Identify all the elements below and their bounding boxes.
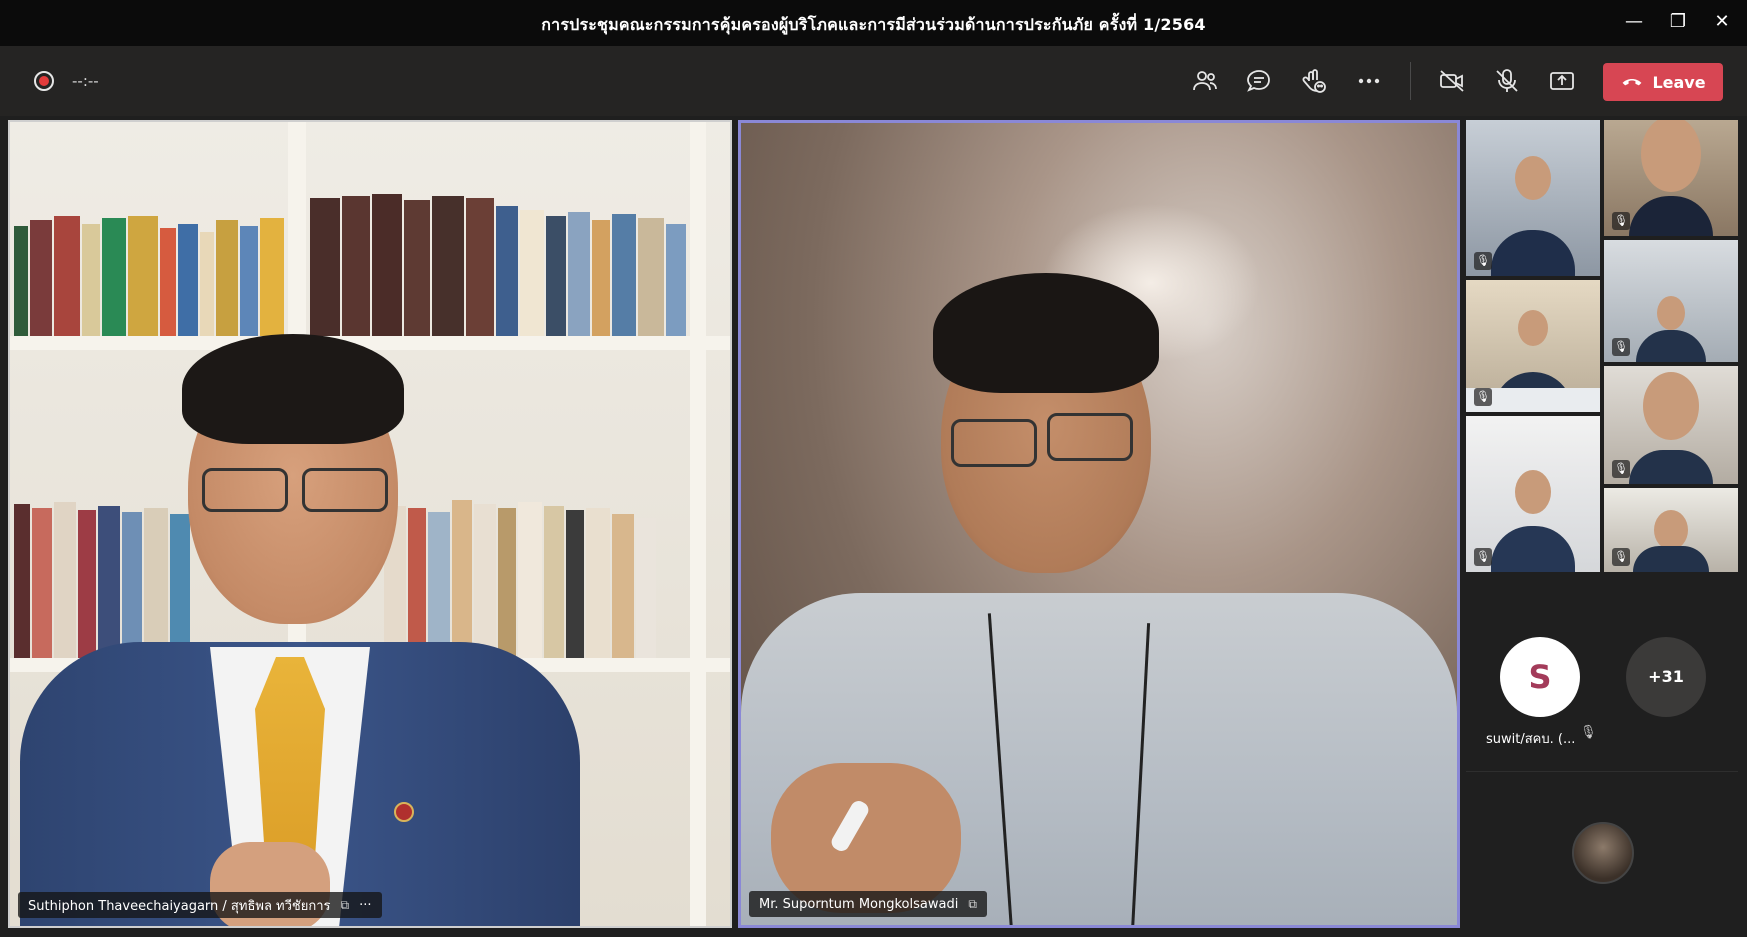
meeting-toolbar: --:-- Leave xyxy=(0,46,1747,116)
name-tag-right: Mr. Suporntum Mongkolsawadi ⧉ xyxy=(749,891,987,917)
thumbnail-tile[interactable]: 🎙 xyxy=(1466,120,1600,276)
participant-name: Mr. Suporntum Mongkolsawadi xyxy=(759,896,959,912)
thumbnail-tile[interactable]: 🎙 xyxy=(1604,488,1738,572)
thumbnail-tile[interactable]: 🎙 xyxy=(1604,366,1738,484)
thumbnail-tile[interactable]: 🎙 xyxy=(1466,416,1600,572)
muted-mic-icon: 🎙 xyxy=(1580,725,1597,740)
panel-divider xyxy=(1466,771,1738,772)
more-actions-icon[interactable] xyxy=(1352,64,1386,98)
meeting-title: การประชุมคณะกรรมการคุ้มครองผู้บริโภคและก… xyxy=(541,15,1206,34)
restore-button[interactable]: ❐ xyxy=(1658,8,1698,36)
chat-icon[interactable] xyxy=(1242,64,1276,98)
mic-off-icon[interactable] xyxy=(1490,64,1524,98)
main-video-left[interactable]: Suthiphon Thaveechaiyagarn / สุทธิพล ทวี… xyxy=(8,120,732,928)
phone-hangup-icon xyxy=(1623,79,1642,86)
leave-label: Leave xyxy=(1652,72,1706,92)
video-stage: Suthiphon Thaveechaiyagarn / สุทธิพล ทวี… xyxy=(0,116,1747,937)
reactions-icon[interactable] xyxy=(1297,64,1331,98)
more-participants-button[interactable]: +31 xyxy=(1626,637,1706,717)
book-row xyxy=(310,192,690,336)
name-tag-left: Suthiphon Thaveechaiyagarn / สุทธิพล ทวี… xyxy=(18,892,382,918)
main-video-right[interactable]: Mr. Suporntum Mongkolsawadi ⧉ xyxy=(738,120,1460,928)
participant-name: Suthiphon Thaveechaiyagarn / สุทธิพล ทวี… xyxy=(28,898,331,914)
muted-mic-icon: 🎙 xyxy=(1474,252,1492,270)
raised-view-icon: ⧉ xyxy=(968,896,977,911)
lapel-pin xyxy=(394,802,414,822)
muted-mic-icon: 🎙 xyxy=(1612,338,1630,356)
participants-icon[interactable] xyxy=(1188,64,1222,98)
participant-more-icon[interactable]: ··· xyxy=(359,898,371,913)
camera-off-icon[interactable] xyxy=(1435,64,1469,98)
shelf-board xyxy=(10,336,730,350)
muted-mic-icon: 🎙 xyxy=(1612,212,1630,230)
title-bar: การประชุมคณะกรรมการคุ้มครองผู้บริโภคและก… xyxy=(0,0,1747,46)
self-view-avatar[interactable] xyxy=(1572,822,1634,884)
minimize-button[interactable]: — xyxy=(1614,8,1654,36)
muted-mic-icon: 🎙 xyxy=(1474,388,1492,406)
record-icon xyxy=(34,71,54,91)
muted-mic-icon: 🎙 xyxy=(1612,548,1630,566)
leave-button[interactable]: Leave xyxy=(1603,63,1723,101)
raised-view-icon: ⧉ xyxy=(340,897,350,912)
meeting-timer: --:-- xyxy=(72,72,99,90)
thumbnail-tile[interactable]: 🎙 xyxy=(1604,240,1738,362)
muted-mic-icon: 🎙 xyxy=(1612,460,1630,478)
thumbnail-tile[interactable]: 🎙 xyxy=(1604,120,1738,236)
close-button[interactable]: ✕ xyxy=(1702,8,1742,36)
share-icon[interactable] xyxy=(1545,64,1579,98)
toolbar-divider xyxy=(1410,62,1411,100)
participant-avatar-s[interactable]: S xyxy=(1500,637,1580,717)
thumbnail-tile[interactable]: 🎙 xyxy=(1466,280,1600,412)
book-row xyxy=(14,214,286,336)
muted-mic-icon: 🎙 xyxy=(1474,548,1492,566)
avatar-participant-name: suwit/สคบ. (... xyxy=(1486,732,1576,747)
